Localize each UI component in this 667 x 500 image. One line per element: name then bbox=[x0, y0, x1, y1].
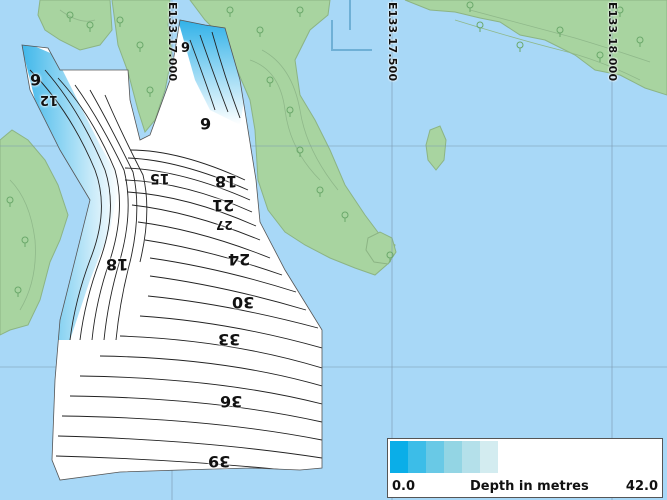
grid-label-e133-17-000: E133.17.000 bbox=[166, 2, 179, 82]
legend-min-label: 0.0 bbox=[392, 479, 416, 494]
harbour bbox=[331, 0, 372, 51]
land-north-east bbox=[404, 0, 667, 96]
grid-label-e133-18-000: E133.18.000 bbox=[606, 2, 619, 82]
depth-legend: 0.0 Depth in metres 42.0 bbox=[387, 438, 663, 498]
color-ramp bbox=[390, 441, 660, 473]
land-islet-small bbox=[425, 125, 447, 171]
land-north-west bbox=[37, 0, 113, 51]
ramp-swatch bbox=[426, 441, 444, 473]
depth-label: 18 bbox=[106, 255, 129, 274]
legend-title: Depth in metres bbox=[470, 479, 589, 494]
depth-label: 36 bbox=[220, 392, 243, 411]
ramp-swatch bbox=[408, 441, 426, 473]
ramp-swatch bbox=[498, 441, 660, 473]
depth-label: 6 bbox=[30, 70, 42, 89]
ramp-swatch bbox=[444, 441, 462, 473]
depth-label: 6 bbox=[181, 38, 191, 53]
ramp-swatch bbox=[390, 441, 408, 473]
depth-label: 15 bbox=[150, 170, 170, 186]
map-canvas bbox=[0, 0, 667, 500]
depth-label: 24 bbox=[228, 250, 251, 269]
depth-label: 6 bbox=[200, 114, 212, 133]
depth-label: 21 bbox=[212, 196, 235, 215]
depth-label: 30 bbox=[232, 293, 255, 312]
depth-label: 18 bbox=[215, 172, 238, 191]
ramp-swatch bbox=[480, 441, 498, 473]
legend-max-label: 42.0 bbox=[625, 479, 658, 494]
depth-label: 33 bbox=[218, 330, 241, 349]
tree-icon bbox=[476, 21, 484, 32]
ramp-swatch bbox=[462, 441, 480, 473]
grid-label-e133-17-500: E133.17.500 bbox=[386, 2, 399, 82]
tree-icon bbox=[516, 41, 524, 52]
depth-map[interactable]: E133.17.000 E133.17.500 E133.18.000 6 6 … bbox=[0, 0, 667, 500]
depth-label: 27 bbox=[216, 218, 233, 232]
depth-label: 12 bbox=[40, 92, 59, 107]
depth-label: 39 bbox=[208, 452, 231, 471]
